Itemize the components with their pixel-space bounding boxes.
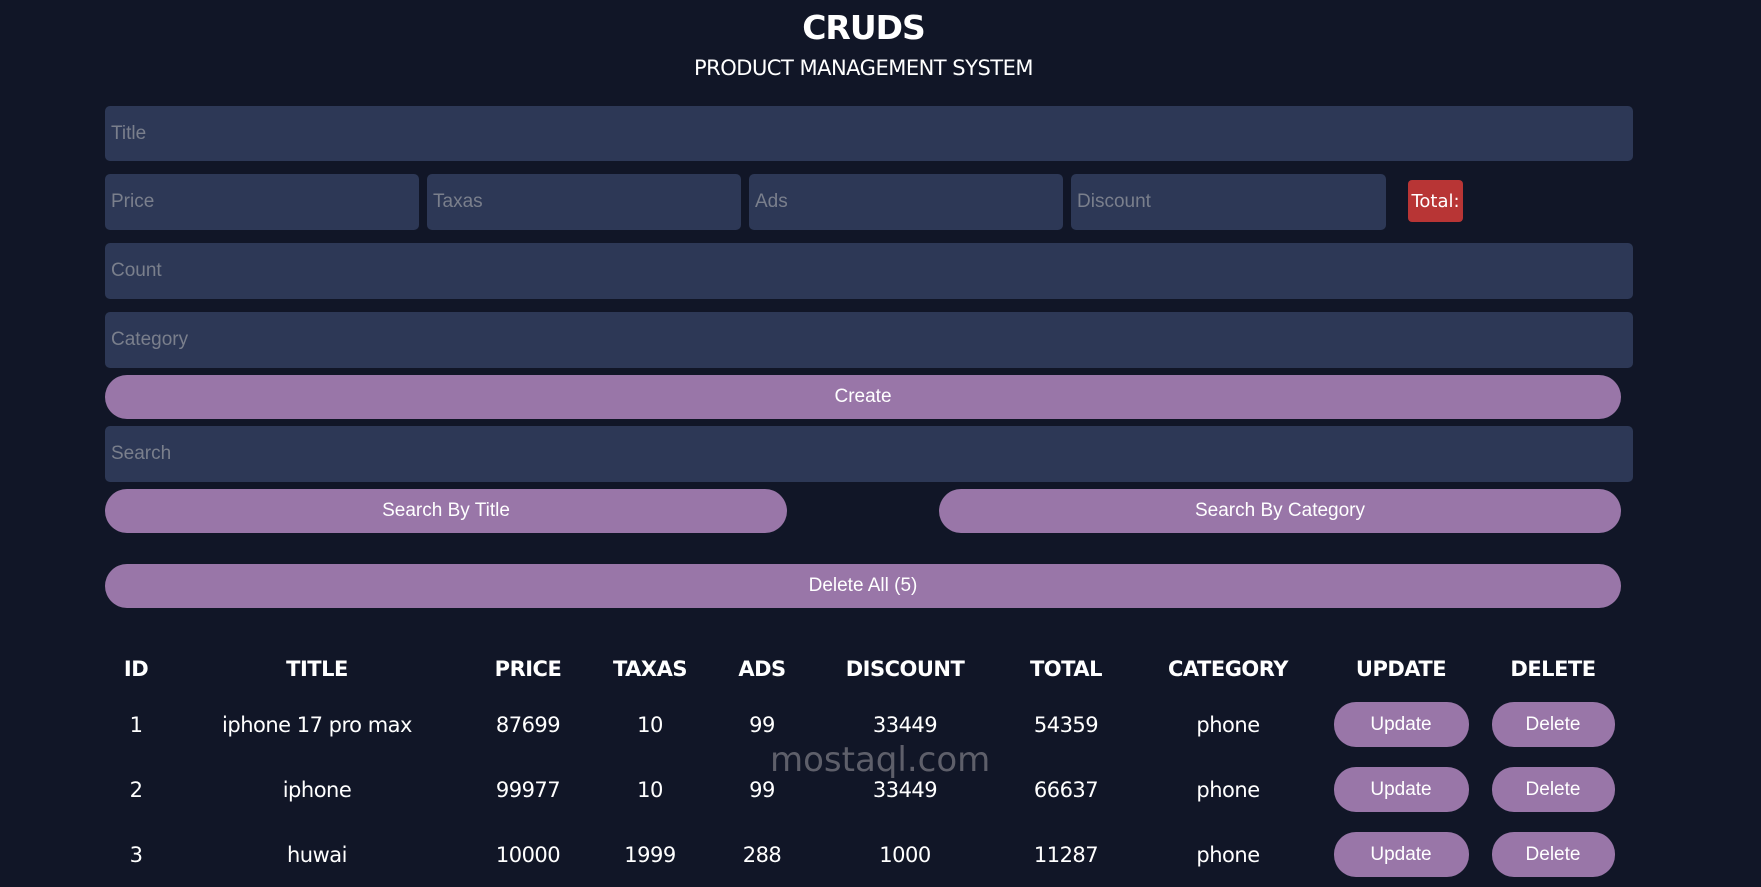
cell-taxas: 10 [637, 777, 663, 802]
cell-total: 54359 [1033, 712, 1099, 737]
header-category: CATEGORY [1167, 656, 1289, 681]
header-price: PRICE [494, 656, 562, 681]
cell-ads: 288 [742, 842, 782, 867]
delete-button[interactable]: Delete [1491, 702, 1615, 747]
cell-id: 2 [129, 777, 143, 802]
cell-price: 87699 [495, 712, 561, 737]
count-input[interactable] [105, 243, 1633, 299]
header-discount: DISCOUNT [845, 656, 965, 681]
cell-price: 99977 [495, 777, 561, 802]
cell-title: huwai [287, 842, 348, 867]
search-by-title-button[interactable]: Search By Title [105, 489, 787, 533]
cell-ads: 99 [749, 712, 775, 737]
table-row: 3 huwai 10000 1999 288 1000 11287 phone … [105, 822, 1625, 887]
category-input[interactable] [105, 312, 1633, 368]
cell-taxas: 10 [637, 712, 663, 737]
header-update: UPDATE [1355, 656, 1447, 681]
cell-delete: Delete [1481, 822, 1625, 887]
create-button[interactable]: Create [105, 375, 1621, 419]
discount-input[interactable] [1071, 174, 1386, 230]
price-input[interactable] [105, 174, 419, 230]
header-id: ID [123, 656, 149, 681]
cell-price: 10000 [495, 842, 561, 867]
title-input[interactable] [105, 106, 1633, 161]
app-subtitle: PRODUCT MANAGEMENT SYSTEM [693, 56, 1034, 80]
cell-total: 66637 [1033, 777, 1099, 802]
header-delete: DELETE [1510, 656, 1596, 681]
app-title: CRUDS [802, 8, 926, 47]
table-row: 2 iphone 99977 10 99 33449 66637 phone U… [105, 757, 1625, 822]
ads-input[interactable] [749, 174, 1063, 230]
total-badge: Total: [1408, 180, 1463, 222]
cell-category: phone [1196, 712, 1260, 737]
cell-delete: Delete [1481, 757, 1625, 822]
update-button[interactable]: Update [1333, 832, 1469, 877]
cell-discount: 33449 [872, 712, 938, 737]
cell-discount: 33449 [872, 777, 938, 802]
products-table: ID TITLE PRICE TAXAS ADS DISCOUNT TOTAL … [105, 645, 1625, 887]
header-ads: ADS [738, 656, 786, 681]
cell-ads: 99 [749, 777, 775, 802]
search-input[interactable] [105, 426, 1633, 482]
update-button[interactable]: Update [1333, 767, 1469, 812]
cell-update: Update [1321, 822, 1481, 887]
cell-taxas: 1999 [624, 842, 676, 867]
cell-update: Update [1321, 692, 1481, 757]
cell-update: Update [1321, 757, 1481, 822]
cell-category: phone [1196, 777, 1260, 802]
cell-title: iphone [282, 777, 352, 802]
cell-title: iphone 17 pro max [222, 712, 412, 737]
table-header-row: ID TITLE PRICE TAXAS ADS DISCOUNT TOTAL … [105, 645, 1625, 692]
update-button[interactable]: Update [1333, 702, 1469, 747]
cell-category: phone [1196, 842, 1260, 867]
taxas-input[interactable] [427, 174, 741, 230]
cell-discount: 1000 [879, 842, 931, 867]
table-row: 1 iphone 17 pro max 87699 10 99 33449 54… [105, 692, 1625, 757]
cell-delete: Delete [1481, 692, 1625, 757]
delete-button[interactable]: Delete [1491, 832, 1615, 877]
delete-all-button[interactable]: Delete All (5) [105, 564, 1621, 608]
header-taxas: TAXAS [612, 656, 688, 681]
header-title: TITLE [286, 656, 348, 681]
header-total: TOTAL [1029, 656, 1103, 681]
search-by-category-button[interactable]: Search By Category [939, 489, 1621, 533]
cell-id: 3 [129, 842, 143, 867]
cell-id: 1 [129, 712, 143, 737]
delete-button[interactable]: Delete [1491, 767, 1615, 812]
cell-total: 11287 [1033, 842, 1099, 867]
